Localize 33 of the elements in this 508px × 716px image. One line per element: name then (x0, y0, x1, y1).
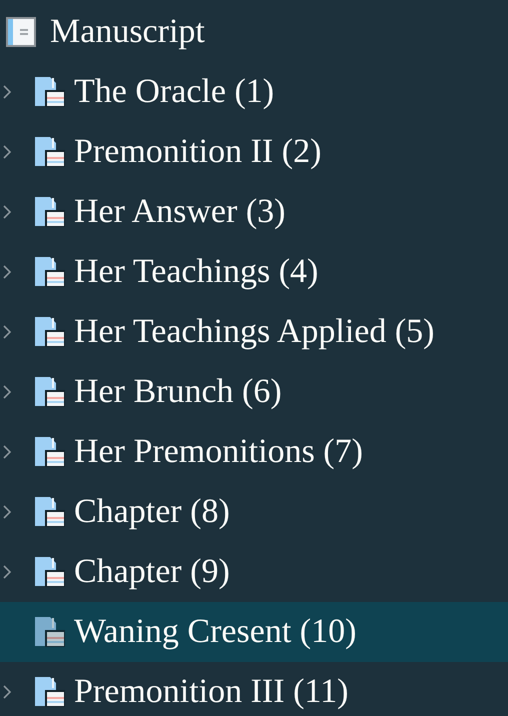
book-icon (6, 17, 36, 47)
document-icon (34, 256, 66, 288)
document-icon (34, 556, 66, 588)
chevron-icon[interactable] (2, 84, 12, 100)
tree-item[interactable]: The Oracle (1) (74, 72, 274, 112)
tree-item[interactable]: Premonition III (11) (74, 672, 348, 712)
tree-item[interactable]: Chapter (9) (74, 552, 230, 592)
tree-item[interactable]: Her Teachings Applied (5) (74, 312, 435, 352)
tree-item[interactable]: Chapter (8) (74, 492, 230, 532)
tree-item[interactable]: Her Teachings (4) (74, 252, 318, 292)
chevron-icon[interactable] (2, 684, 12, 700)
document-icon (34, 376, 66, 408)
chevron-icon[interactable] (2, 264, 12, 280)
tree-item[interactable]: Manuscript (50, 12, 205, 52)
document-icon (34, 196, 66, 228)
chevron-icon[interactable] (2, 444, 12, 460)
chevron-icon[interactable] (2, 384, 12, 400)
tree-item[interactable]: Her Premonitions (7) (74, 432, 363, 472)
document-icon (34, 76, 66, 108)
tree-item[interactable]: Premonition II (2) (74, 132, 322, 172)
chevron-icon[interactable] (2, 144, 12, 160)
chevron-icon[interactable] (2, 324, 12, 340)
chevron-icon[interactable] (2, 504, 12, 520)
tree-item[interactable]: Her Brunch (6) (74, 372, 282, 412)
chevron-icon[interactable] (2, 564, 12, 580)
document-icon (34, 316, 66, 348)
document-icon (34, 676, 66, 708)
chevron-icon[interactable] (2, 204, 12, 220)
document-icon (34, 616, 66, 648)
document-icon (34, 496, 66, 528)
tree-item[interactable]: Her Answer (3) (74, 192, 286, 232)
document-icon (34, 136, 66, 168)
document-icon (34, 436, 66, 468)
